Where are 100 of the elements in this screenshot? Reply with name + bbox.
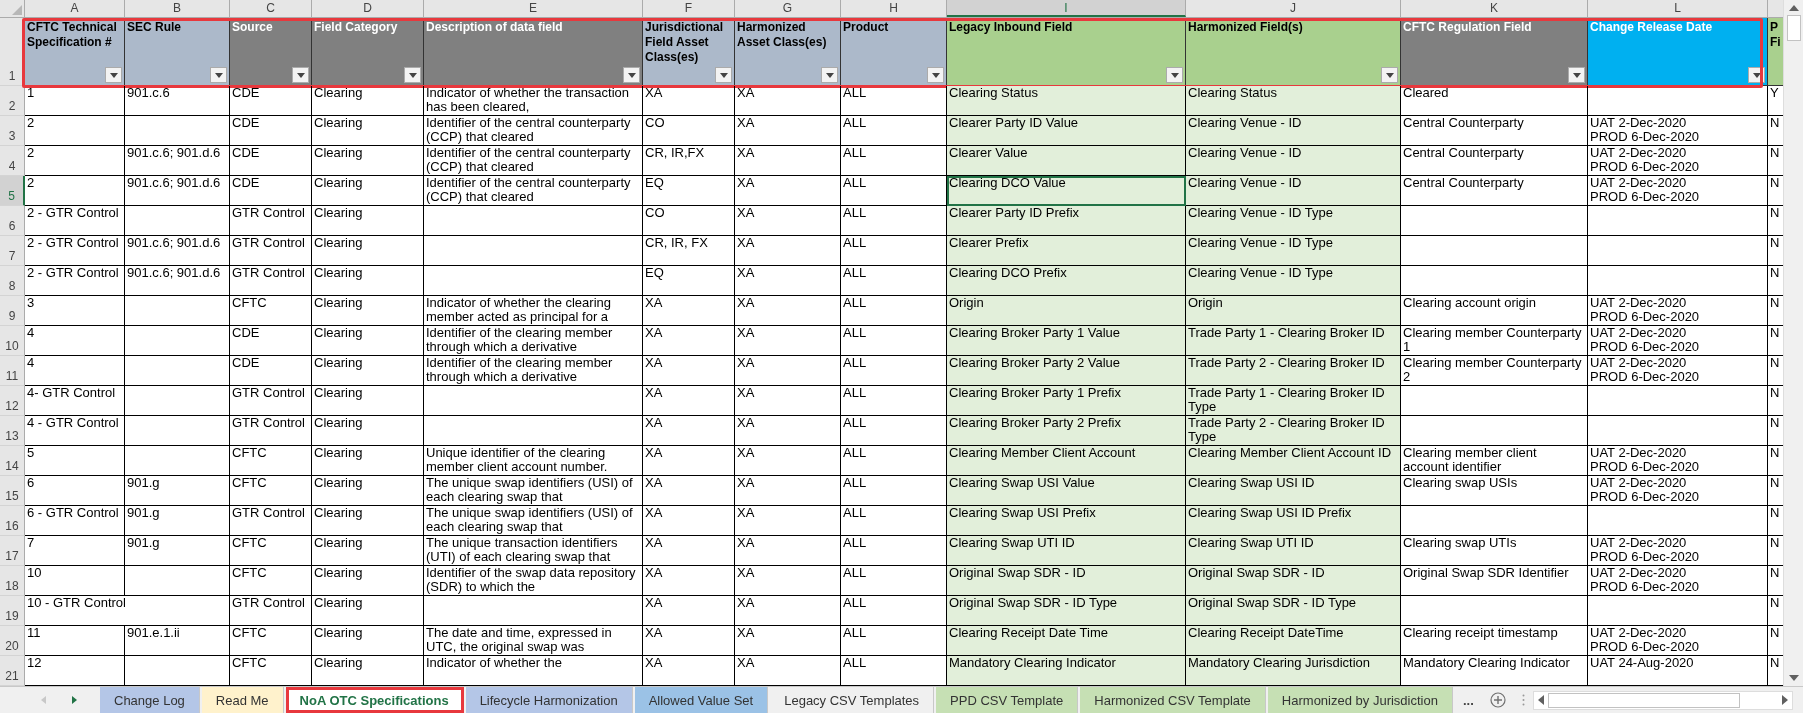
filter-button[interactable] — [623, 67, 640, 83]
table-cell: 4 — [25, 356, 125, 386]
sheet-tab[interactable]: Read Me — [201, 687, 284, 713]
table-cell: CFTC — [230, 536, 312, 566]
column-letter[interactable]: G — [735, 0, 841, 17]
row-number[interactable]: 7 — [0, 236, 25, 266]
table-cell: Clearer Party ID Prefix — [947, 206, 1186, 236]
row-number[interactable]: 21 — [0, 656, 25, 686]
add-sheet-icon[interactable] — [1489, 692, 1506, 708]
row-number[interactable]: 4 — [0, 146, 25, 176]
column-letter[interactable]: E — [424, 0, 643, 17]
table-cell: Clearing Venue - ID Type — [1186, 236, 1401, 266]
column-letter[interactable]: A — [25, 0, 125, 17]
row-number[interactable]: 13 — [0, 416, 25, 446]
table-cell: Clearing Swap UTI ID — [947, 536, 1186, 566]
filter-button[interactable] — [105, 67, 122, 83]
table-cell: GTR Control — [230, 236, 312, 266]
table-cell: XA — [643, 566, 735, 596]
sheet-tab[interactable]: Harmonized by Jurisdiction — [1267, 687, 1453, 713]
column-letter[interactable]: J — [1186, 0, 1401, 17]
scroll-thumb[interactable] — [1547, 692, 1740, 708]
table-cell: CFTC — [230, 446, 312, 476]
filter-button[interactable] — [821, 67, 838, 83]
column-letter[interactable]: B — [125, 0, 230, 17]
filter-button[interactable] — [1166, 67, 1183, 83]
scroll-down-icon[interactable] — [1788, 675, 1799, 681]
row-number[interactable]: 20 — [0, 626, 25, 656]
row-number[interactable]: 2 — [0, 86, 25, 116]
row-number[interactable]: 8 — [0, 266, 25, 296]
filter-button[interactable] — [715, 67, 732, 83]
row-number[interactable]: 11 — [0, 356, 25, 386]
table-cell: XA — [735, 446, 841, 476]
row-number[interactable]: 19 — [0, 596, 25, 626]
row-number[interactable]: 10 — [0, 326, 25, 356]
caret-icon — [109, 72, 118, 78]
column-letter[interactable]: F — [643, 0, 735, 17]
scroll-right-icon[interactable] — [1782, 695, 1788, 705]
table-cell: GTR Control — [230, 206, 312, 236]
table-cell: XA — [735, 626, 841, 656]
column-heading: CFTC Regulation Field — [1403, 20, 1532, 35]
sheet-tab[interactable]: Harmonized CSV Template — [1080, 687, 1266, 713]
table-cell: Clearing Venue - ID Type — [1186, 266, 1401, 296]
column-letter[interactable]: K — [1401, 0, 1588, 17]
filter-button[interactable] — [1568, 67, 1585, 83]
row-number[interactable]: 9 — [0, 296, 25, 326]
table-cell: Clearing Swap UTI ID — [1186, 536, 1401, 566]
column-letter[interactable]: L — [1588, 0, 1768, 17]
filter-button[interactable] — [1381, 67, 1398, 83]
column-letter[interactable]: D — [312, 0, 424, 17]
scroll-up-icon[interactable] — [1788, 5, 1799, 11]
table-cell: Indicator of whether the transaction has been cleared, — [424, 86, 643, 116]
table-cell: UAT 2-Dec-2020 PROD 6-Dec-2020 — [1588, 446, 1768, 476]
vertical-scrollbar[interactable] — [1783, 0, 1803, 686]
table-cell: UAT 2-Dec-2020 PROD 6-Dec-2020 — [1588, 476, 1768, 506]
scroll-left-icon[interactable] — [1537, 695, 1544, 705]
filter-button[interactable] — [927, 67, 944, 83]
table-cell: XA — [735, 356, 841, 386]
table-cell: Clearing receipt timestamp — [1401, 626, 1588, 656]
sheet-tab[interactable]: PPD CSV Template — [936, 687, 1079, 713]
horizontal-scrollbar[interactable] — [1532, 690, 1793, 710]
table-cell: Clearing — [312, 326, 424, 356]
sheet-tab[interactable]: Change Log — [100, 687, 200, 713]
table-cell: 3 — [25, 296, 125, 326]
column-letter[interactable]: C — [230, 0, 312, 17]
row-number[interactable]: 16 — [0, 506, 25, 536]
table-cell: Clearing swap UTIs — [1401, 536, 1588, 566]
row-number[interactable]: 6 — [0, 206, 25, 236]
table-cell: 901.g — [125, 536, 230, 566]
sheet-tab[interactable]: Lifecycle Harmonization — [465, 687, 633, 713]
row-number[interactable]: 3 — [0, 116, 25, 146]
row-number[interactable]: 18 — [0, 566, 25, 596]
row-number[interactable]: 5 — [0, 176, 25, 206]
column-heading: SEC Rule — [127, 20, 181, 35]
more-sheets-button[interactable]: ... — [1454, 692, 1482, 708]
table-cell: 2 — [25, 116, 125, 146]
row-number[interactable]: 14 — [0, 446, 25, 476]
table-cell: XA — [735, 266, 841, 296]
table-cell: Clearing — [312, 236, 424, 266]
table-cell: XA — [643, 416, 735, 446]
filter-button[interactable] — [404, 67, 421, 83]
filter-button[interactable] — [210, 67, 227, 83]
column-heading: CFTC Technical Specification # — [27, 20, 118, 50]
table-cell: CDE — [230, 356, 312, 386]
column-heading: Jurisdictional Field Asset Class(es) — [645, 20, 725, 65]
column-letter[interactable]: I — [947, 0, 1186, 17]
next-sheet-icon[interactable] — [72, 696, 77, 704]
table-cell: Origin — [1186, 296, 1401, 326]
row-number[interactable]: 17 — [0, 536, 25, 566]
sheet-tab[interactable]: Allowed Value Set — [634, 687, 769, 713]
scroll-thumb[interactable] — [1786, 15, 1801, 41]
row-number[interactable]: 15 — [0, 476, 25, 506]
table-cell: 1 — [25, 86, 125, 116]
table-cell: Clearer Party ID Value — [947, 116, 1186, 146]
table-cell: Clearing — [312, 86, 424, 116]
table-cell: Clearing — [312, 416, 424, 446]
filter-button[interactable] — [292, 67, 309, 83]
row-number[interactable]: 12 — [0, 386, 25, 416]
table-cell: Clearing member client account identifier — [1401, 446, 1588, 476]
table-cell: Identifier of the central counterparty (CCP) that cleared — [424, 176, 643, 206]
sheet-tab[interactable]: NoA OTC Specifications — [285, 687, 464, 713]
